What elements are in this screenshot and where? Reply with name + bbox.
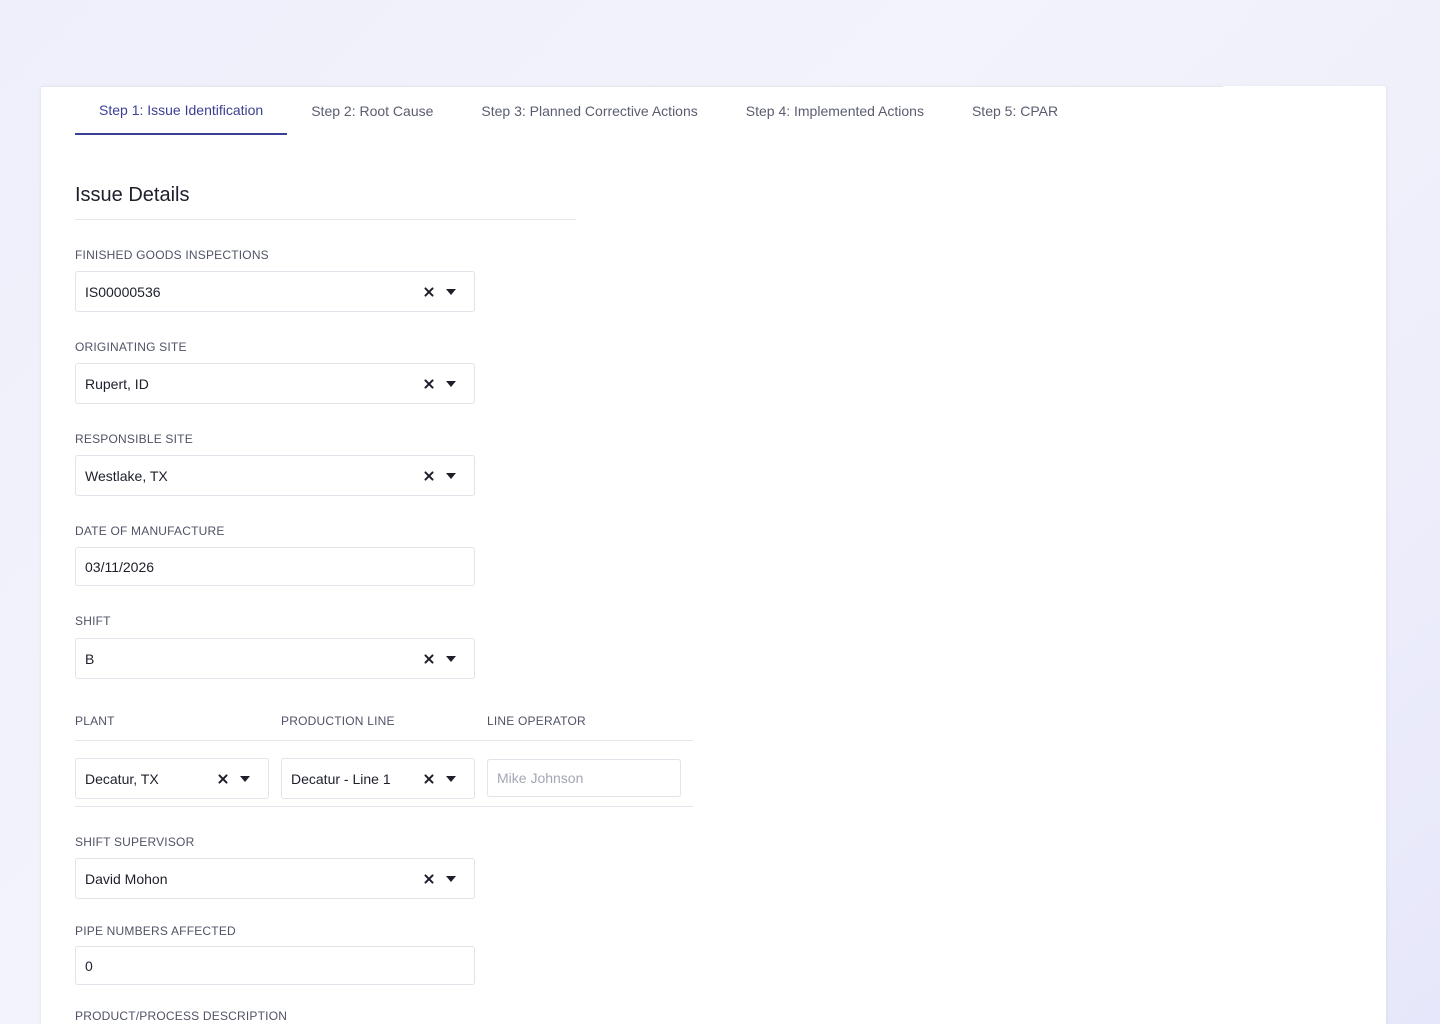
product-description-label: PRODUCT/PROCESS DESCRIPTION [75, 1009, 288, 1023]
production-line-select[interactable]: Decatur - Line 1 [281, 758, 475, 799]
shift-select[interactable]: B [75, 638, 475, 679]
step-tabs: Step 1: Issue Identification Step 2: Roo… [75, 86, 1082, 135]
caret-down-icon[interactable] [240, 775, 250, 782]
row-divider-bottom [75, 806, 693, 807]
tab-step-4[interactable]: Step 4: Implemented Actions [722, 86, 948, 135]
production-line-label: PRODUCTION LINE [281, 714, 395, 728]
shift-supervisor-select[interactable]: David Mohon [75, 858, 475, 899]
shift-supervisor-label: SHIFT SUPERVISOR [75, 835, 195, 849]
form-card: Step 1: Issue Identification Step 2: Roo… [41, 86, 1386, 1024]
line-operator-label: LINE OPERATOR [487, 714, 586, 728]
originating-site-select[interactable]: Rupert, ID [75, 363, 475, 404]
clear-icon[interactable] [422, 285, 436, 299]
tab-step-2[interactable]: Step 2: Root Cause [287, 86, 457, 135]
responsible-site-label: RESPONSIBLE SITE [75, 432, 193, 446]
caret-down-icon[interactable] [446, 380, 456, 387]
caret-down-icon[interactable] [446, 775, 456, 782]
clear-icon[interactable] [422, 872, 436, 886]
clear-icon[interactable] [216, 772, 230, 786]
responsible-site-select[interactable]: Westlake, TX [75, 455, 475, 496]
caret-down-icon[interactable] [446, 875, 456, 882]
row-divider-top [75, 740, 693, 741]
date-of-manufacture-label: DATE OF MANUFACTURE [75, 524, 225, 538]
pipe-numbers-input[interactable]: 0 [75, 946, 475, 985]
production-line-value: Decatur - Line 1 [291, 770, 391, 787]
shift-supervisor-value: David Mohon [85, 870, 168, 887]
pipe-numbers-label: PIPE NUMBERS AFFECTED [75, 924, 236, 938]
inspections-select[interactable]: IS00000536 [75, 271, 475, 312]
tab-step-5[interactable]: Step 5: CPAR [948, 86, 1082, 135]
section-divider [75, 219, 576, 220]
clear-icon[interactable] [422, 652, 436, 666]
plant-select[interactable]: Decatur, TX [75, 758, 269, 799]
caret-down-icon[interactable] [446, 655, 456, 662]
inspections-label: FINISHED GOODS INSPECTIONS [75, 248, 269, 262]
shift-label: SHIFT [75, 614, 111, 628]
clear-icon[interactable] [422, 469, 436, 483]
clear-icon[interactable] [422, 377, 436, 391]
shift-value: B [85, 650, 95, 667]
tab-step-1[interactable]: Step 1: Issue Identification [75, 86, 288, 135]
caret-down-icon[interactable] [446, 472, 456, 479]
clear-icon[interactable] [422, 772, 436, 786]
date-of-manufacture-input[interactable]: 03/11/2026 [75, 547, 475, 586]
plant-label: PLANT [75, 714, 115, 728]
section-title: Issue Details [75, 184, 190, 206]
originating-site-value: Rupert, ID [85, 375, 149, 392]
plant-value: Decatur, TX [85, 770, 159, 787]
responsible-site-value: Westlake, TX [85, 467, 168, 484]
caret-down-icon[interactable] [446, 288, 456, 295]
inspections-value: IS00000536 [85, 283, 161, 300]
date-of-manufacture-value: 03/11/2026 [85, 558, 155, 575]
originating-site-label: ORIGINATING SITE [75, 340, 187, 354]
line-operator-input[interactable] [487, 759, 681, 797]
tab-step-3[interactable]: Step 3: Planned Corrective Actions [457, 86, 721, 135]
pipe-numbers-value: 0 [85, 957, 93, 974]
